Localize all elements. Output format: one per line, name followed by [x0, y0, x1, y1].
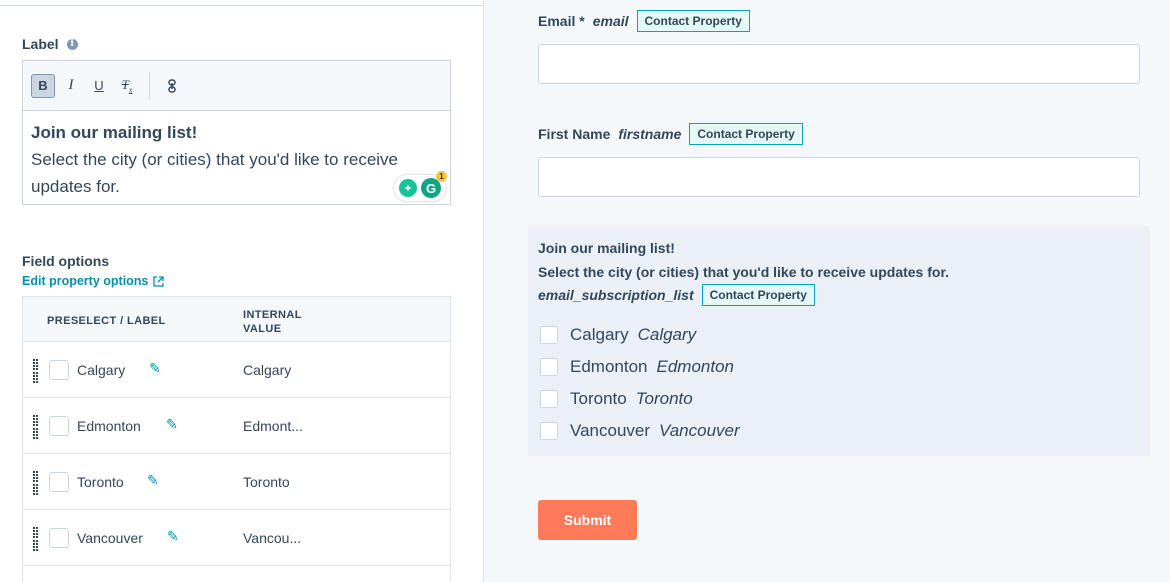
pencil-icon[interactable]: ✎ [147, 472, 159, 489]
subscription-description: Select the city (or cities) that you'd l… [538, 264, 950, 280]
pencil-icon[interactable]: ✎ [167, 528, 179, 545]
option-label: Toronto [77, 474, 124, 490]
edit-property-options-link[interactable]: Edit property options [22, 274, 165, 288]
option-internal: Vancouver [659, 421, 740, 440]
subscription-option[interactable]: Calgary Calgary [540, 325, 696, 345]
drag-handle-icon[interactable] [33, 359, 38, 381]
subscription-option[interactable]: Edmonton Edmonton [540, 357, 734, 377]
option-internal-value: Calgary [243, 362, 292, 378]
field-editor-panel: Label i B I U Tx Join our mailing list! … [0, 0, 484, 582]
drag-handle-icon[interactable] [33, 471, 38, 493]
subscription-option[interactable]: Toronto Toronto [540, 389, 693, 409]
option-checkbox[interactable] [540, 390, 558, 408]
external-link-icon [153, 275, 165, 287]
option-label: Edmonton [77, 418, 141, 434]
info-icon[interactable]: i [66, 38, 78, 50]
pencil-icon[interactable]: ✎ [166, 416, 178, 433]
subscription-title: Join our mailing list! [538, 240, 675, 256]
toolbar-separator [149, 71, 150, 100]
column-header-internal: INTERNAL VALUE [243, 309, 302, 335]
option-internal-value: Vancou... [243, 530, 302, 546]
editor-text: Select the city (or cities) that you'd l… [31, 150, 399, 196]
firstname-input[interactable] [538, 157, 1140, 197]
rich-text-editor[interactable]: B I U Tx Join our mailing list! Select t… [22, 60, 451, 205]
option-internal: Edmonton [656, 357, 735, 376]
email-field-label[interactable]: Email * email Contact Property [538, 10, 750, 32]
option-internal-value: Edmont... [243, 418, 303, 434]
label-title: Label [22, 36, 59, 52]
subscription-property: email_subscription_list Contact Property [538, 284, 815, 306]
subscription-internal-name: email_subscription_list [538, 287, 694, 303]
email-label: Email * [538, 13, 585, 29]
table-header: PRESELECT / LABEL INTERNAL VALUE [23, 297, 450, 342]
option-checkbox[interactable] [540, 422, 558, 440]
table-row: Edmonton ✎ Edmont... [23, 398, 450, 454]
preselect-checkbox[interactable] [49, 528, 69, 548]
preselect-checkbox[interactable] [49, 360, 69, 380]
option-label: Vancouver [77, 530, 143, 546]
option-internal: Calgary [637, 325, 697, 344]
option-label: Toronto [570, 389, 627, 408]
options-table: PRESELECT / LABEL INTERNAL VALUE Calgary… [22, 296, 451, 582]
firstname-field-label[interactable]: First Name firstname Contact Property [538, 123, 803, 145]
edit-link-label: Edit property options [22, 274, 149, 288]
contact-property-tag: Contact Property [689, 123, 803, 145]
subscription-field-selected[interactable]: Join our mailing list! Select the city (… [528, 226, 1150, 456]
contact-property-tag: Contact Property [636, 10, 750, 32]
grammarly-icon[interactable]: G 1 [421, 171, 447, 198]
option-label: Calgary [77, 362, 126, 378]
option-internal: Toronto [635, 389, 693, 408]
option-label: Vancouver [570, 421, 651, 440]
firstname-internal-name: firstname [618, 126, 682, 142]
editor-heading: Join our mailing list! [31, 123, 198, 142]
clear-format-icon: Tx [121, 76, 133, 95]
submit-button[interactable]: Submit [538, 500, 637, 540]
option-label: Edmonton [570, 357, 648, 376]
link-button[interactable] [160, 74, 184, 98]
field-options-title: Field options [22, 253, 110, 269]
drag-handle-icon[interactable] [33, 415, 38, 437]
underline-button[interactable]: U [87, 74, 111, 98]
preselect-checkbox[interactable] [49, 416, 69, 436]
lightbulb-icon[interactable]: ✦ [399, 179, 417, 197]
bold-button[interactable]: B [31, 73, 55, 98]
grammarly-badge: 1 [436, 171, 447, 182]
contact-property-tag: Contact Property [701, 284, 815, 306]
label-heading: Label i [22, 36, 78, 52]
firstname-label: First Name [538, 126, 611, 142]
pencil-icon[interactable]: ✎ [149, 360, 161, 377]
divider [0, 5, 483, 6]
preselect-checkbox[interactable] [49, 472, 69, 492]
table-row: Calgary ✎ Calgary [23, 342, 450, 398]
option-label: Calgary [570, 325, 629, 344]
drag-handle-icon[interactable] [33, 527, 38, 549]
table-row: Toronto ✎ Toronto [23, 454, 450, 510]
clear-format-button[interactable]: Tx [115, 74, 139, 98]
editor-toolbar: B I U Tx [23, 61, 450, 111]
italic-button[interactable]: I [59, 74, 83, 98]
grammarly-widget[interactable]: ✦ G 1 [394, 171, 447, 201]
editor-content[interactable]: Join our mailing list! Select the city (… [23, 111, 450, 208]
email-internal-name: email [592, 13, 629, 29]
option-internal-value: Toronto [243, 474, 290, 490]
table-row: Vancouver ✎ Vancou... [23, 510, 450, 566]
subscription-option[interactable]: Vancouver Vancouver [540, 421, 740, 441]
option-checkbox[interactable] [540, 326, 558, 344]
email-input[interactable] [538, 44, 1140, 84]
link-icon [168, 78, 176, 93]
column-header-label: PRESELECT / LABEL [47, 315, 166, 327]
option-checkbox[interactable] [540, 358, 558, 376]
